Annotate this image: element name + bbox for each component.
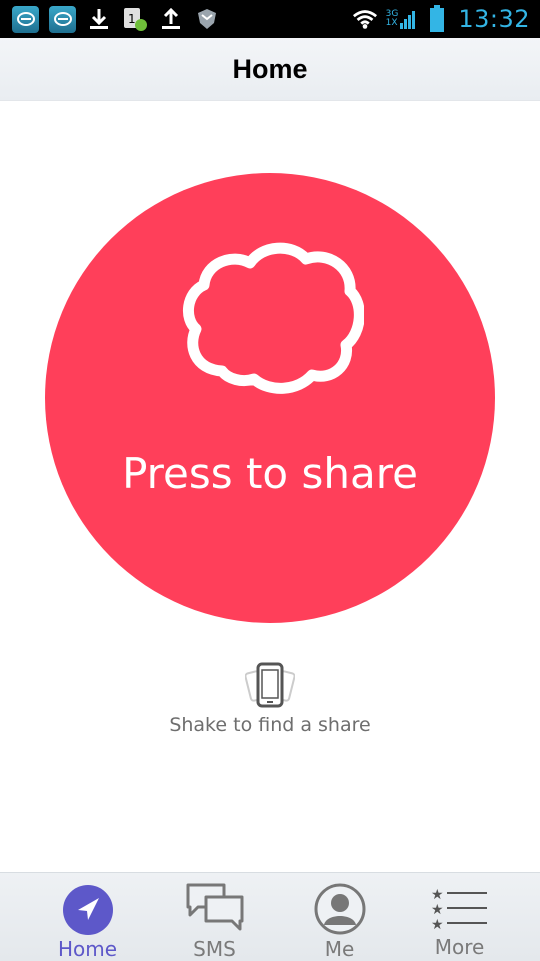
title-bar: Home bbox=[0, 38, 540, 101]
navigation-arrow-icon bbox=[62, 885, 113, 935]
app-notification-icon bbox=[12, 5, 39, 33]
page-title: Home bbox=[232, 53, 308, 84]
battery-icon bbox=[424, 5, 450, 32]
wifi-icon bbox=[352, 6, 378, 32]
tab-home[interactable]: Home bbox=[20, 873, 155, 961]
tab-sms[interactable]: SMS bbox=[147, 873, 282, 961]
shake-phone-icon bbox=[245, 662, 295, 708]
tab-more-label: More bbox=[434, 935, 485, 959]
system-icons: 3G 1X 13:32 bbox=[352, 3, 530, 35]
shake-hint: Shake to find a share bbox=[0, 662, 540, 736]
notification-icons: 1 bbox=[12, 5, 220, 33]
tab-more[interactable]: ★ ★ ★ More bbox=[392, 873, 527, 961]
press-to-share-button[interactable]: Press to share bbox=[45, 173, 495, 623]
svg-text:1: 1 bbox=[128, 12, 136, 26]
star-list-icon: ★ ★ ★ bbox=[431, 887, 487, 933]
clock-time: 13:32 bbox=[458, 5, 530, 33]
sim-update-icon: 1 bbox=[122, 6, 148, 32]
tab-home-label: Home bbox=[57, 937, 118, 961]
shield-icon bbox=[194, 6, 220, 32]
tab-sms-label: SMS bbox=[193, 937, 236, 961]
bottom-tab-bar: Home SMS Me ★ ★ ★ More bbox=[0, 872, 540, 961]
network-sub-type: 1X bbox=[385, 18, 398, 28]
svg-text:★: ★ bbox=[431, 887, 444, 903]
svg-text:★: ★ bbox=[431, 902, 444, 918]
tab-me[interactable]: Me bbox=[272, 873, 407, 961]
tab-me-label: Me bbox=[324, 937, 355, 961]
download-icon bbox=[86, 6, 112, 32]
signal-icon: 3G 1X bbox=[386, 9, 417, 29]
cloud-icon bbox=[183, 242, 364, 394]
upload-icon bbox=[158, 6, 184, 32]
app-notification-icon bbox=[49, 5, 76, 33]
share-button-label: Press to share bbox=[122, 449, 418, 498]
chat-bubbles-icon bbox=[186, 883, 243, 931]
shake-label: Shake to find a share bbox=[169, 714, 371, 736]
profile-icon bbox=[314, 883, 365, 935]
status-bar: 1 3G 1X 13:32 bbox=[0, 0, 540, 38]
svg-text:★: ★ bbox=[431, 917, 444, 933]
